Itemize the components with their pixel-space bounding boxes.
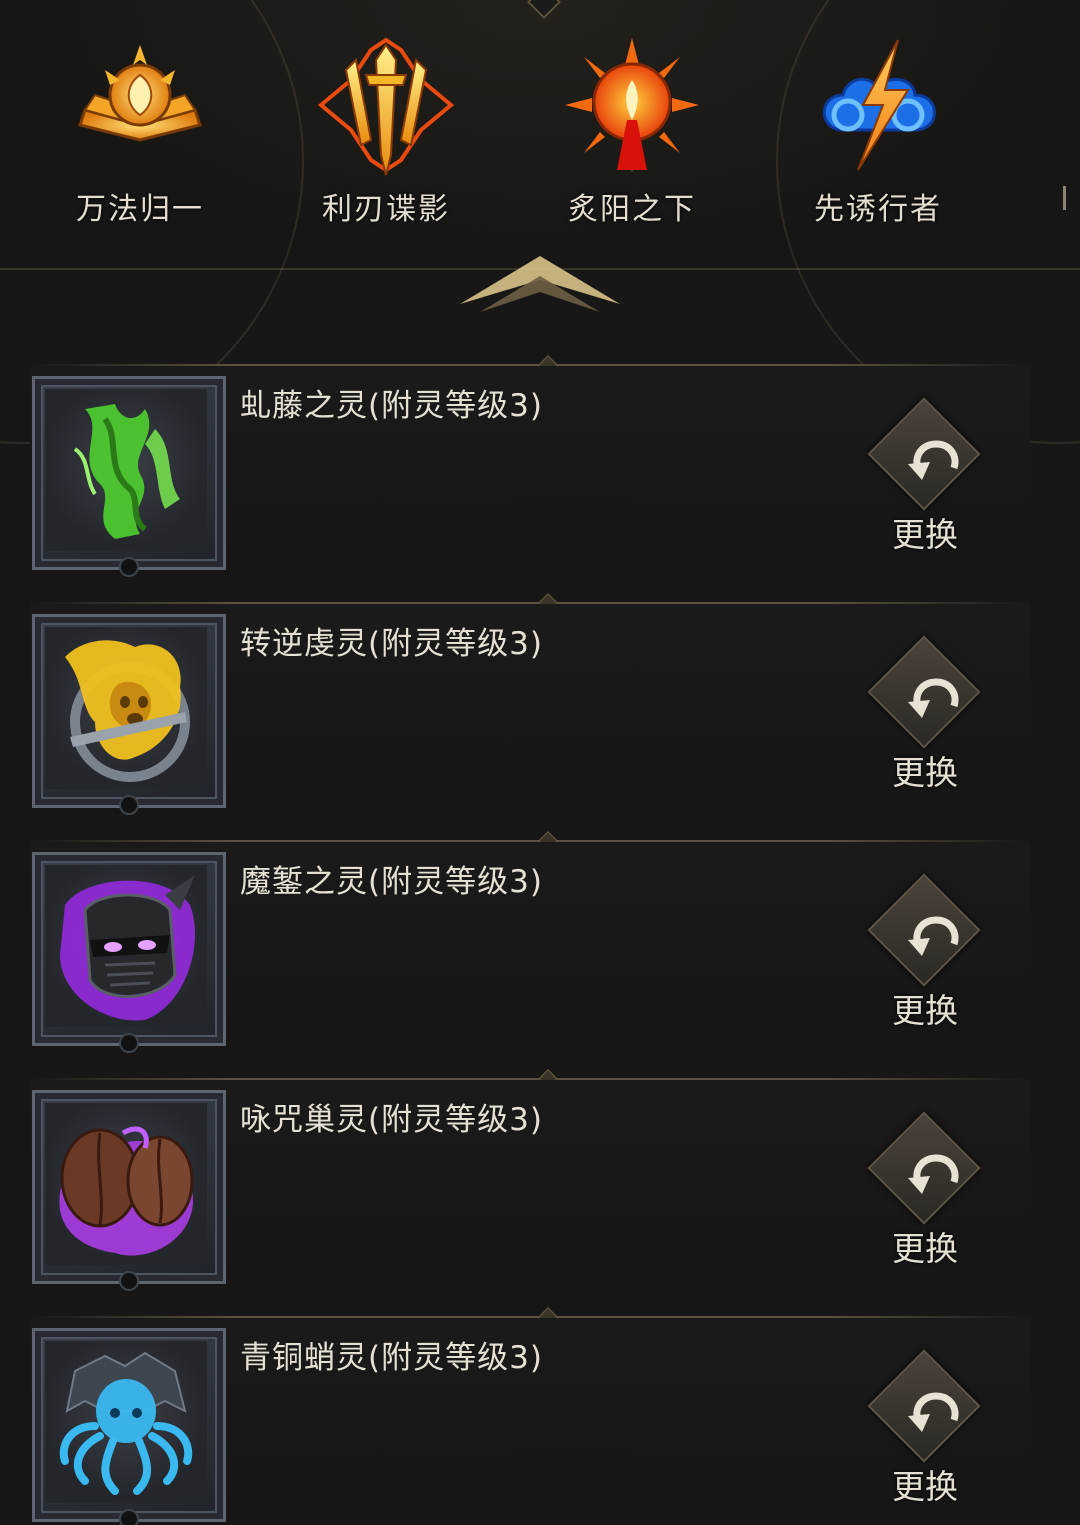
replace-button[interactable]: 更换	[866, 1349, 996, 1510]
storm-lightning-emblem-icon	[822, 39, 936, 171]
tab-blades[interactable]: 利刃谍影	[276, 30, 496, 230]
list-item: 转逆虔灵(附灵等级3) 更换	[0, 578, 1080, 816]
swap-arrow-icon	[908, 916, 959, 956]
dark-helm-spirit-icon	[60, 875, 195, 1021]
spirit-name: 虬藤之灵(附灵等级3)	[240, 388, 543, 424]
spirit-icon-slot[interactable]	[32, 376, 226, 577]
swap-arrow-icon	[908, 440, 959, 480]
spirit-name: 咏咒巢灵(附灵等级3)	[240, 1102, 543, 1138]
slot-pip	[119, 1271, 139, 1291]
tab-sun[interactable]: 炙阳之下	[522, 30, 742, 230]
tab-label: 利刃谍影	[322, 192, 450, 227]
replace-button-label: 更换	[892, 1229, 958, 1268]
swap-arrow-icon	[908, 678, 959, 718]
green-vine-spirit-icon	[73, 404, 180, 539]
tab-label: 万法归一	[76, 192, 204, 227]
list-item: 魔錾之灵(附灵等级3) 更换	[0, 816, 1080, 1054]
tab-storm[interactable]: 先诱行者	[768, 30, 988, 230]
spirit-icon-slot[interactable]	[32, 614, 226, 815]
selected-tab-chevron-icon	[460, 256, 620, 312]
spirit-icon-slot[interactable]	[32, 1090, 226, 1291]
spirit-name: 转逆虔灵(附灵等级3)	[240, 626, 543, 662]
spirit-name: 青铜蛸灵(附灵等级3)	[240, 1340, 543, 1376]
tab-label: 先诱行者	[814, 192, 942, 227]
replace-button[interactable]: 更换	[866, 635, 996, 796]
burning-sun-emblem-icon	[565, 38, 699, 172]
replace-button[interactable]: 更换	[866, 873, 996, 1034]
slot-pip	[119, 557, 139, 577]
list-item: 虬藤之灵(附灵等级3) 更换	[0, 340, 1080, 578]
bronze-octopus-spirit-icon	[59, 1351, 193, 1495]
cocoon-nest-spirit-icon	[59, 1126, 194, 1256]
replace-button[interactable]: 更换	[866, 1111, 996, 1272]
slot-pip	[119, 795, 139, 815]
swap-arrow-icon	[908, 1154, 959, 1194]
replace-button-label: 更换	[892, 1467, 958, 1506]
slot-pip	[119, 1509, 139, 1525]
tab-label: 炙阳之下	[568, 192, 696, 227]
replace-button[interactable]: 更换	[866, 397, 996, 558]
swap-arrow-icon	[908, 1392, 959, 1432]
arcane-book-emblem-icon	[78, 45, 202, 142]
spirit-icon-slot[interactable]	[32, 852, 226, 1053]
golden-ghost-spirit-icon	[65, 640, 190, 782]
class-tab-bar: 万法归一 利刃谍影 炙阳之下 先诱行者	[0, 0, 1080, 444]
slot-pip	[119, 1033, 139, 1053]
spirit-name: 魔錾之灵(附灵等级3)	[240, 864, 543, 900]
replace-button-label: 更换	[892, 991, 958, 1030]
list-item: 青铜蛸灵(附灵等级3) 更换	[0, 1292, 1080, 1525]
scroll-edge-indicator	[1063, 186, 1066, 210]
golden-blades-emblem-icon	[317, 37, 455, 176]
tab-arcane[interactable]: 万法归一	[30, 30, 250, 230]
header-ornament	[527, 0, 561, 19]
list-item: 咏咒巢灵(附灵等级3) 更换	[0, 1054, 1080, 1292]
spirit-icon-slot[interactable]	[32, 1328, 226, 1525]
spirit-selection-screen: 万法归一 利刃谍影 炙阳之下 先诱行者 虬藤之灵(附灵等级3) 更换 转逆虔灵(…	[0, 0, 1080, 1525]
replace-button-label: 更换	[892, 515, 958, 554]
replace-button-label: 更换	[892, 753, 958, 792]
